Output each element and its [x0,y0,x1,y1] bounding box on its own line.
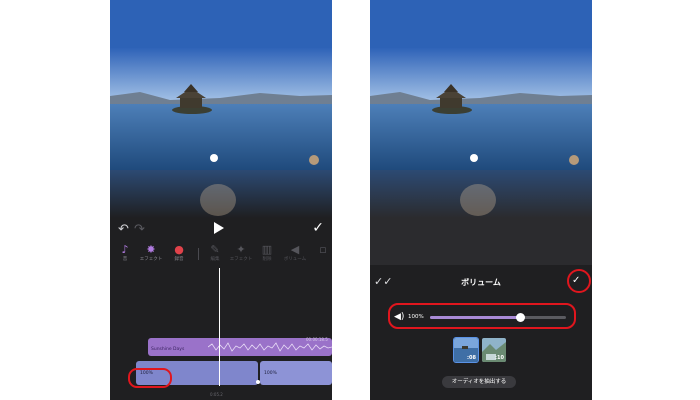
preview-spacer [370,218,592,265]
clip-split-handle[interactable] [256,380,260,384]
trash-icon: ▥ [261,243,273,256]
clip-thumbnail[interactable]: :08 [453,337,479,363]
clip-volume-label: 100% [264,371,277,376]
toolbar-item-edit[interactable]: ✎ 編集 [202,243,228,263]
audio-clip-name: Sunshine Days [151,347,185,352]
playhead-time: 0:05.2 [210,392,223,397]
undo-icon[interactable]: ↶ [118,222,129,237]
more-icon: ▫ [319,243,327,256]
clip-thumbnail[interactable]: :10 [482,338,506,362]
edit-toolbar: ♪ 音 ✸ エフェクト ● 録音 ✎ 編集 ✦ エフェクト ▥ 削除 ◀ ボリュ… [110,242,332,268]
effect-icon: ✦ [236,243,246,256]
playback-bar: ↶ ↷ ✓ [110,218,332,242]
play-icon[interactable] [214,222,224,234]
editor-screen-timeline: ↶ ↷ ✓ ♪ 音 ✸ エフェクト ● 録音 ✎ 編集 ✦ エフェクト ▥ 削除 [110,0,332,400]
done-check-icon[interactable]: ✓ [312,220,324,236]
redo-icon[interactable]: ↷ [134,222,145,237]
toolbar-item-volume[interactable]: ◀ ボリューム [282,243,308,263]
sparkle-icon: ✸ [146,243,156,256]
toolbar-divider [198,248,199,260]
highlight-volume-label [128,368,172,388]
playhead[interactable] [219,268,220,386]
highlight-volume-slider [388,303,576,329]
editor-screen-volume: ✓✓ ボリューム ✓ ◀) 100% :08 :10 オーディオを抽出する [370,0,592,400]
audio-waveform [208,342,332,352]
toolbar-item-label: 録音 [174,257,184,262]
toolbar-item-more[interactable]: ▫ [310,243,332,256]
toolbar-item-label: 音 [122,257,128,262]
timeline-end-time: 00:00:18.5 [306,337,328,342]
speaker-icon: ◀ [290,243,300,256]
video-preview[interactable] [370,0,592,218]
video-clip[interactable]: 100% [260,361,332,385]
toolbar-item-label: エフェクト [139,257,163,262]
toolbar-item-label: ボリューム [283,257,307,262]
timeline[interactable]: Sunshine Days 00:00:18.5 100% 100% 0:05.… [110,268,332,400]
toolbar-item-music[interactable]: ♪ 音 [112,243,138,263]
lake-scene-image [110,0,332,218]
volume-panel: ✓✓ ボリューム ✓ ◀) 100% :08 :10 オーディオを抽出する [370,265,592,400]
toolbar-item-label: 削除 [262,257,272,262]
toolbar-item-label: 編集 [210,257,220,262]
toolbar-item-effect[interactable]: ✸ エフェクト [138,243,164,263]
lake-scene-image [370,0,592,218]
video-preview[interactable] [110,0,332,218]
toolbar-item-effect-2[interactable]: ✦ エフェクト [228,243,254,263]
clip-duration: :08 [467,355,476,361]
toolbar-item-label: エフェクト [229,257,253,262]
extract-audio-button[interactable]: オーディオを抽出する [442,376,516,388]
highlight-confirm [567,269,591,293]
toolbar-item-record[interactable]: ● 録音 [166,243,192,263]
music-note-icon: ♪ [121,243,129,256]
microphone-icon: ● [174,243,184,256]
pencil-icon: ✎ [210,243,220,256]
clip-duration: :10 [495,355,504,361]
panel-title: ボリューム [461,278,501,287]
audio-clip[interactable]: Sunshine Days [148,338,332,356]
toolbar-item-delete[interactable]: ▥ 削除 [254,243,280,263]
